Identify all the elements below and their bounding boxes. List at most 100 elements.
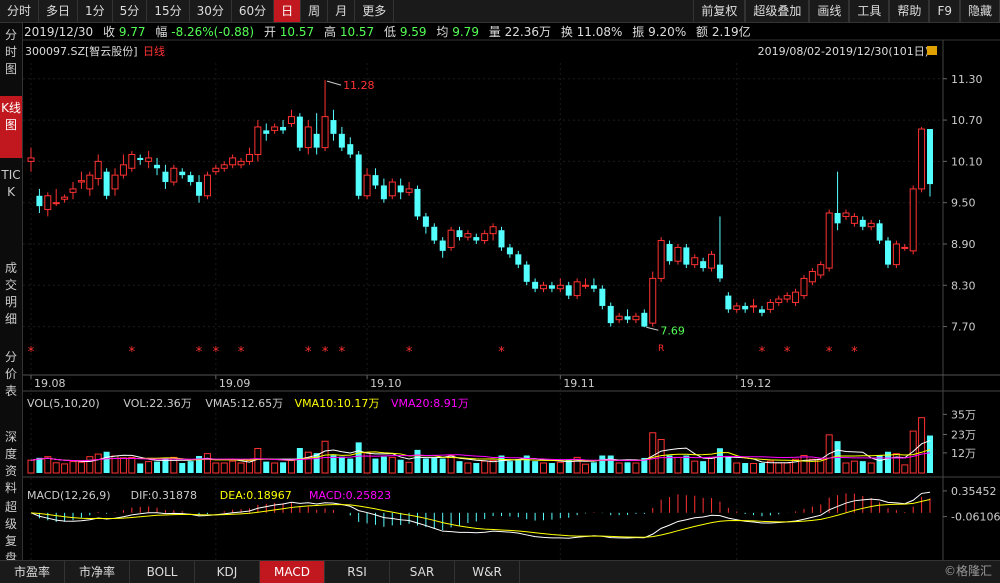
indicator-tab[interactable]: 市盈率: [0, 561, 65, 583]
indicator-tab[interactable]: 市净率: [65, 561, 130, 583]
volume-bar: [532, 461, 539, 473]
candle-body: [304, 126, 312, 149]
period-tab[interactable]: 分时: [0, 0, 40, 22]
volume-bar: [842, 462, 850, 474]
volume-bar: [683, 455, 690, 473]
candle-body: [540, 284, 548, 290]
price-tick-label: 10.10: [951, 155, 983, 168]
candle-body: [834, 213, 841, 224]
indicator-tab[interactable]: MACD: [260, 561, 325, 583]
sidebar-tab[interactable]: 深度资料: [0, 425, 22, 495]
star-marker: *: [196, 345, 203, 360]
candle-body: [725, 295, 732, 310]
period-tab[interactable]: 多日: [39, 0, 79, 22]
period-tab[interactable]: 15分: [147, 0, 190, 22]
stock-code: 300097.SZ: [25, 45, 85, 58]
high-annotation: 11.28: [343, 79, 375, 92]
indicator-tab[interactable]: RSI: [325, 561, 390, 583]
candle-body: [481, 233, 489, 242]
vol-ma5-label: VMA5:12.65万: [205, 397, 283, 410]
candle-body: [237, 160, 245, 166]
candle-body: [271, 126, 279, 131]
indicator-tab[interactable]: W&R: [455, 561, 520, 583]
chart-area: 300097.SZ [智云股份] 日线 2019/08/02-2019/12/30(1…: [23, 23, 1000, 560]
toolbar-button[interactable]: 帮助: [889, 0, 930, 22]
candle-body: [532, 281, 539, 289]
volume-bar: [296, 447, 303, 473]
toolbar-button[interactable]: 前复权: [693, 0, 746, 22]
sidebar-tab[interactable]: 分时图: [0, 23, 22, 85]
sidebar-tab[interactable]: 成交明细: [0, 256, 22, 336]
kline-svg[interactable]: 300097.SZ [智云股份] 日线 2019/08/02-2019/12/30(1…: [23, 23, 1000, 560]
candle-body: [523, 264, 530, 282]
candle-body: [212, 167, 220, 173]
period-tab[interactable]: 30分: [190, 0, 232, 22]
vol-ma10-label: VMA10:10.17万: [295, 397, 380, 410]
volume-bar: [212, 462, 220, 474]
candle-body: [179, 171, 186, 176]
toolbar-button[interactable]: 超级叠加: [745, 0, 810, 22]
period-tab[interactable]: 周: [301, 0, 329, 22]
toolbar-button[interactable]: 画线: [809, 0, 850, 22]
period-tab[interactable]: 更多: [355, 0, 395, 22]
volume-bar: [473, 463, 480, 473]
candle-body: [103, 171, 110, 196]
star-marker: *: [339, 345, 346, 360]
toolbar-button[interactable]: 工具: [849, 0, 890, 22]
vol-tick-label: 35万: [951, 408, 976, 421]
period-tab[interactable]: 60分: [232, 0, 275, 22]
volume-bar: [187, 461, 194, 473]
period-tab[interactable]: 5分: [113, 0, 148, 22]
candle-body: [565, 285, 572, 296]
volume-bar: [481, 460, 489, 474]
right-toolbar: 前复权 超级叠加 画线 工具 帮助 F9 隐藏: [693, 0, 1000, 22]
candle-body: [473, 237, 480, 241]
candle-body: [657, 240, 665, 279]
sidebar-tab[interactable]: K线图: [0, 96, 22, 158]
candle-body: [859, 219, 866, 227]
volume-bar: [439, 458, 446, 473]
date-tick-label: 19.08: [34, 377, 66, 390]
sidebar-tab[interactable]: TICK: [0, 163, 22, 247]
volume-bar: [464, 462, 472, 474]
volume-bar: [859, 461, 866, 473]
candle-body: [750, 305, 758, 308]
volume-bar: [414, 449, 421, 473]
macd-tick-label: -0.06106: [951, 511, 1000, 524]
candle-body: [36, 195, 43, 207]
indicator-tab[interactable]: SAR: [390, 561, 455, 583]
candle-body: [766, 301, 774, 310]
toolbar-button[interactable]: F9: [929, 0, 960, 22]
candle-body: [170, 167, 178, 183]
indicator-tab[interactable]: BOLL: [130, 561, 195, 583]
candle-body: [422, 216, 429, 227]
price-tick-label: 10.70: [951, 114, 983, 127]
period-tab[interactable]: 1分: [78, 0, 113, 22]
candle-body: [700, 261, 707, 269]
star-marker: *: [759, 345, 766, 360]
sidebar-tab[interactable]: 超级复盘: [0, 495, 22, 565]
period-tab[interactable]: 日: [274, 0, 302, 22]
candle-body: [783, 295, 791, 300]
candle-body: [313, 133, 320, 148]
volume-bar: [355, 442, 362, 473]
volume-bar: [607, 455, 614, 473]
candle-body: [909, 188, 917, 252]
volume-bar: [548, 463, 555, 473]
macd-dif-label: DIF:0.31878: [131, 489, 197, 502]
volume-bar: [52, 462, 60, 474]
sidebar-tab[interactable]: 分价表: [0, 345, 22, 415]
period-tab[interactable]: 月: [328, 0, 356, 22]
volume-bar: [338, 456, 345, 473]
candle-body: [666, 243, 673, 262]
volume-bar: [750, 462, 758, 474]
star-marker: *: [28, 345, 35, 360]
candle-body: [716, 264, 723, 279]
indicator-tab[interactable]: KDJ: [195, 561, 260, 583]
volume-bar: [515, 459, 522, 473]
volume-bar: [397, 459, 404, 473]
candle-body: [431, 226, 438, 241]
volume-bar: [304, 451, 312, 474]
toolbar-button[interactable]: 隐藏: [959, 0, 1000, 22]
candle-body: [363, 174, 371, 197]
